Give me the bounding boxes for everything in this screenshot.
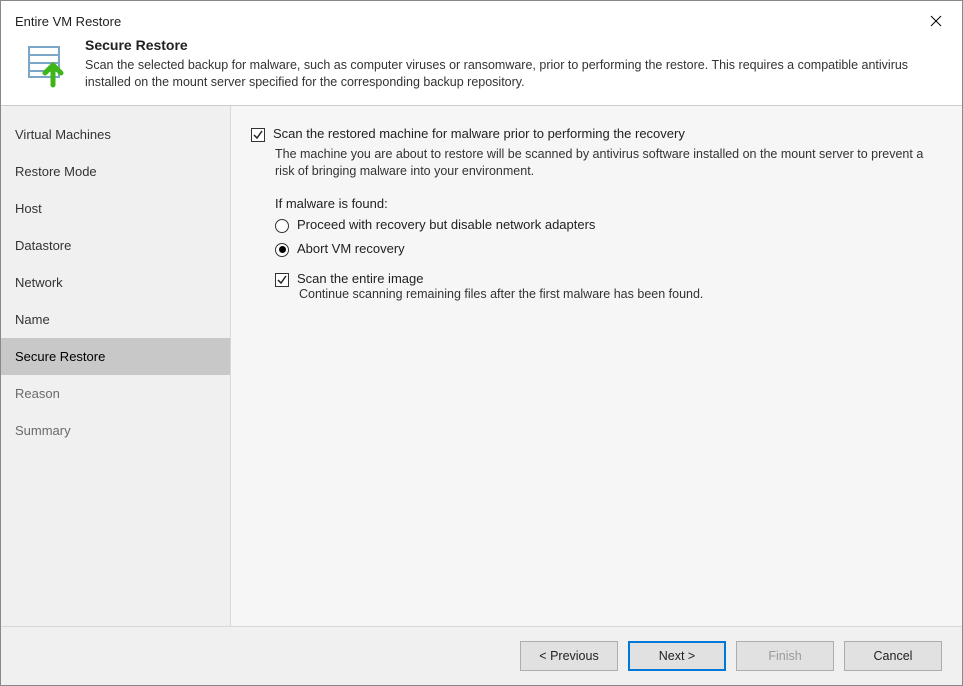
nav-item-secure-restore[interactable]: Secure Restore <box>1 338 230 375</box>
titlebar: Entire VM Restore <box>1 1 962 37</box>
previous-button[interactable]: < Previous <box>520 641 618 671</box>
window-title: Entire VM Restore <box>15 14 121 29</box>
scan-entire-label: Scan the entire image <box>297 271 423 286</box>
nav-item-network[interactable]: Network <box>1 264 230 301</box>
nav-item-host[interactable]: Host <box>1 190 230 227</box>
page-description: Scan the selected backup for malware, su… <box>85 57 942 91</box>
header-text: Secure Restore Scan the selected backup … <box>85 37 942 91</box>
malware-found-label: If malware is found: <box>275 196 936 211</box>
radio-abort-label: Abort VM recovery <box>297 241 405 256</box>
wizard-footer: < Previous Next > Finish Cancel <box>1 626 962 685</box>
scan-entire-checkbox[interactable] <box>275 273 289 287</box>
content-panel: Scan the restored machine for malware pr… <box>231 106 962 626</box>
nav-sidebar: Virtual Machines Restore Mode Host Datas… <box>1 106 231 626</box>
radio-proceed-label: Proceed with recovery but disable networ… <box>297 217 595 232</box>
scan-malware-checkbox[interactable] <box>251 128 265 142</box>
checkmark-icon <box>277 275 287 285</box>
wizard-window: Entire VM Restore Secure Restore Scan th… <box>0 0 963 686</box>
finish-button: Finish <box>736 641 834 671</box>
wizard-body: Virtual Machines Restore Mode Host Datas… <box>1 105 962 626</box>
secure-restore-icon <box>23 41 71 89</box>
nav-item-datastore[interactable]: Datastore <box>1 227 230 264</box>
page-title: Secure Restore <box>85 37 942 53</box>
next-button[interactable]: Next > <box>628 641 726 671</box>
cancel-button[interactable]: Cancel <box>844 641 942 671</box>
radio-abort-recovery[interactable] <box>275 243 289 257</box>
nav-item-summary[interactable]: Summary <box>1 412 230 449</box>
wizard-header: Secure Restore Scan the selected backup … <box>1 37 962 105</box>
close-button[interactable] <box>920 9 952 33</box>
radio-row-abort: Abort VM recovery <box>275 241 936 257</box>
radio-row-proceed: Proceed with recovery but disable networ… <box>275 217 936 233</box>
nav-item-virtual-machines[interactable]: Virtual Machines <box>1 116 230 153</box>
scan-checkbox-row: Scan the restored machine for malware pr… <box>251 126 936 142</box>
checkmark-icon <box>253 130 263 140</box>
nav-item-name[interactable]: Name <box>1 301 230 338</box>
scan-malware-label: Scan the restored machine for malware pr… <box>273 126 685 141</box>
nav-item-restore-mode[interactable]: Restore Mode <box>1 153 230 190</box>
scan-entire-description: Continue scanning remaining files after … <box>299 287 936 301</box>
radio-proceed-disable-network[interactable] <box>275 219 289 233</box>
scan-entire-row: Scan the entire image <box>275 271 936 287</box>
scan-malware-description: The machine you are about to restore wil… <box>275 146 936 180</box>
nav-item-reason[interactable]: Reason <box>1 375 230 412</box>
close-icon <box>930 15 942 27</box>
